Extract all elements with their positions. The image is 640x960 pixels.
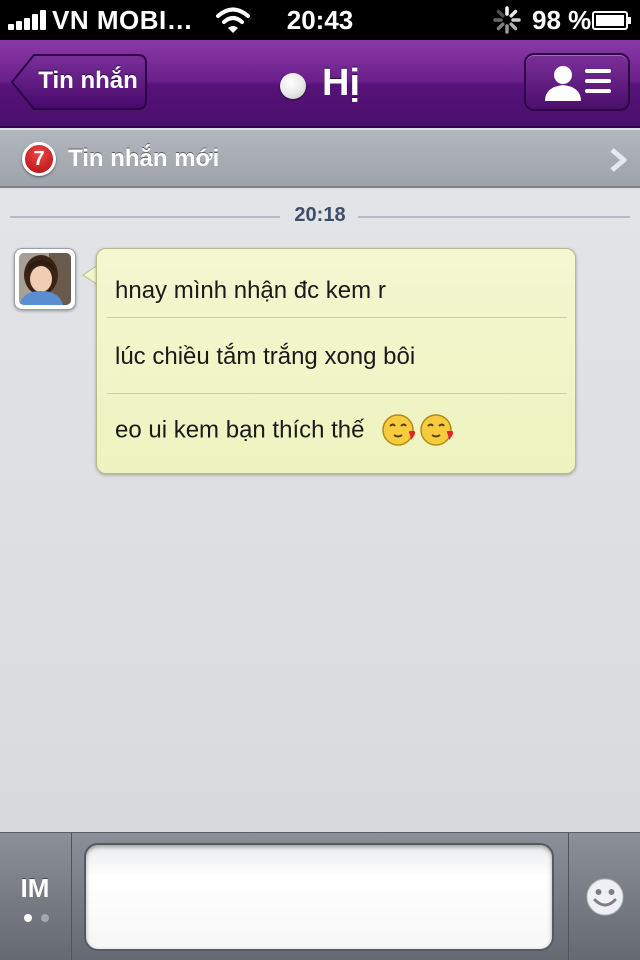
kiss-emoticon-icon (420, 414, 454, 446)
contact-list-icon (545, 66, 611, 101)
activity-spinner-icon (493, 6, 521, 34)
timestamp-divider-right (358, 216, 630, 218)
battery-icon (592, 11, 631, 30)
page-indicator (24, 909, 54, 927)
kiss-emoticon-icon (382, 414, 416, 446)
navigation-bar: Tin nhắn Hị (0, 40, 640, 128)
message-input-bar: IM (0, 832, 640, 960)
emoji-button[interactable] (568, 833, 640, 960)
page-dot (41, 914, 50, 922)
unread-count-badge: 7 (22, 142, 56, 176)
chevron-right-icon (610, 148, 627, 172)
message-divider (107, 317, 567, 318)
contact-info-button[interactable] (524, 53, 630, 111)
message-line-with-emoticons: eo ui kem bạn thích thế (115, 413, 567, 449)
avatar[interactable] (14, 248, 76, 310)
new-messages-bar[interactable]: 7 Tin nhắn mới (0, 130, 640, 188)
avatar-photo (19, 253, 71, 305)
message-text: lúc chiều tắm trắng xong bôi (115, 343, 416, 370)
message-text: eo ui kem bạn thích thế (115, 416, 365, 444)
im-mode-button[interactable]: IM (0, 833, 72, 960)
message-divider (107, 393, 567, 394)
page-dot-active (24, 914, 32, 922)
conversation-area[interactable]: 20:18 hnay mình nhận đc kem r lúc chiều … (0, 190, 640, 832)
conversation-title: Hị (322, 62, 360, 104)
battery-percent: 98 % (532, 5, 592, 35)
im-mode-label: IM (20, 873, 50, 903)
new-messages-label: Tin nhắn mới (68, 145, 220, 172)
smiley-icon (586, 878, 624, 916)
message-text: hnay mình nhận đc kem r (115, 277, 386, 304)
message-input[interactable] (84, 843, 554, 951)
status-bar: VN MOBI… 20:43 98 % (0, 0, 640, 40)
message-bubble[interactable]: hnay mình nhận đc kem r lúc chiều tắm tr… (96, 248, 576, 474)
